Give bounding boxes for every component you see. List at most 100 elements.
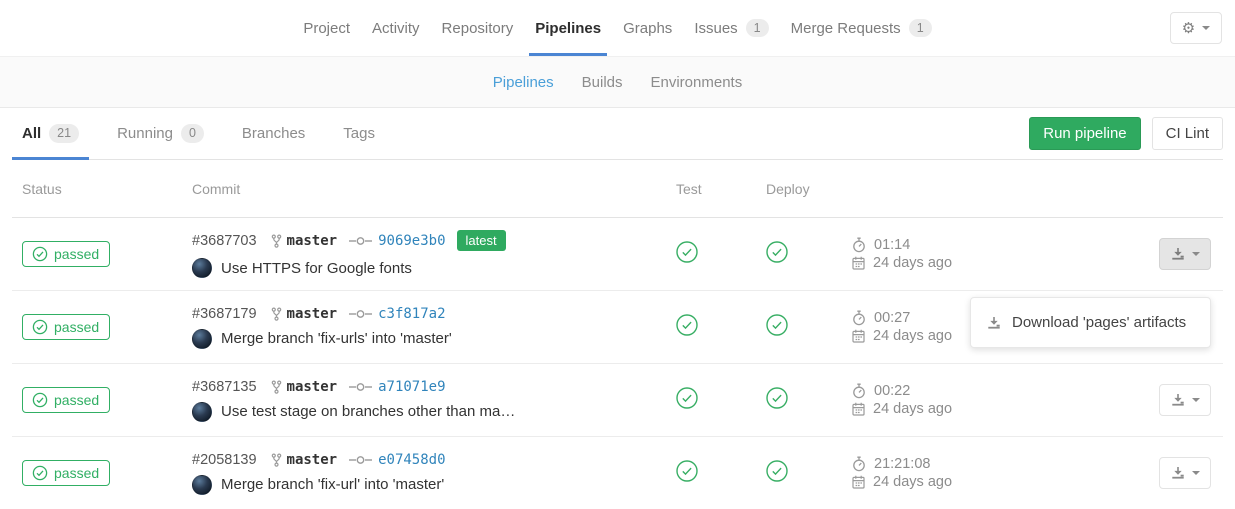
status-badge-passed[interactable]: passed: [22, 241, 110, 267]
commit-message-link[interactable]: Use HTTPS for Google fonts: [221, 260, 412, 277]
pipeline-finished-at: 24 days ago: [873, 328, 952, 344]
pipeline-duration: 00:22: [874, 383, 910, 399]
pipeline-duration: 01:14: [874, 237, 910, 253]
header-deploy: Deploy: [750, 181, 840, 197]
commit-icon: [349, 236, 372, 246]
pipelines-table: Status Commit Test Deploy passed #368770…: [12, 160, 1223, 509]
pipelines-table-header: Status Commit Test Deploy: [12, 160, 1223, 218]
check-circle-icon: [32, 319, 48, 335]
download-icon: [1171, 247, 1185, 261]
avatar[interactable]: [192, 402, 212, 422]
timer-icon: [852, 310, 866, 326]
nav-item-activity[interactable]: Activity: [361, 0, 431, 56]
nav-item-graphs[interactable]: Graphs: [612, 0, 683, 56]
commit-message-link[interactable]: Merge branch 'fix-urls' into 'master': [221, 330, 452, 347]
subnav-item-pipelines[interactable]: Pipelines: [479, 74, 568, 91]
tab-all[interactable]: All 21: [12, 108, 89, 159]
pipeline-id-link[interactable]: #3687179: [192, 306, 257, 322]
pipeline-finished-at: 24 days ago: [873, 255, 952, 271]
artifacts-dropdown-button[interactable]: [1159, 457, 1211, 489]
stage-deploy-passed-icon[interactable]: [766, 241, 788, 263]
avatar[interactable]: [192, 329, 212, 349]
stage-deploy-passed-icon[interactable]: [766, 460, 788, 482]
subnav-item-environments[interactable]: Environments: [637, 74, 757, 91]
nav-item-project[interactable]: Project: [292, 0, 361, 56]
pipeline-finished-at: 24 days ago: [873, 401, 952, 417]
latest-badge: latest: [457, 230, 506, 251]
nav-item-pipelines[interactable]: Pipelines: [524, 0, 612, 56]
all-count-badge: 21: [49, 124, 79, 143]
stage-deploy-passed-icon[interactable]: [766, 314, 788, 336]
commit-icon: [349, 455, 372, 465]
nav-item-merge-requests[interactable]: Merge Requests 1: [780, 0, 943, 56]
branch-name-link[interactable]: master: [287, 379, 338, 395]
header-status: Status: [12, 181, 192, 197]
commit-sha-link[interactable]: e07458d0: [378, 452, 445, 468]
project-settings-dropdown-button[interactable]: ⚙: [1170, 12, 1222, 44]
timer-icon: [852, 237, 866, 253]
commit-message-link[interactable]: Merge branch 'fix-url' into 'master': [221, 476, 444, 493]
project-nav-items: Project Activity Repository Pipelines Gr…: [292, 0, 942, 56]
branch-name-link[interactable]: master: [287, 233, 338, 249]
status-badge-passed[interactable]: passed: [22, 387, 110, 413]
chevron-down-icon: [1192, 398, 1200, 402]
pipelines-subnav: Pipelines Builds Environments: [0, 56, 1235, 108]
header-commit: Commit: [192, 181, 660, 197]
branch-icon: [271, 380, 282, 394]
download-icon: [1171, 393, 1185, 407]
pipeline-row: passed #3687135 master a71071e9 Use test…: [12, 364, 1223, 437]
pipeline-id-link[interactable]: #3687703: [192, 233, 257, 249]
artifacts-dropdown-button[interactable]: [1159, 238, 1211, 270]
pipelines-top-area: All 21 Running 0 Branches Tags Run pipel…: [12, 108, 1223, 160]
running-count-badge: 0: [181, 124, 204, 143]
commit-sha-link[interactable]: 9069e3b0: [378, 233, 445, 249]
stage-test-passed-icon[interactable]: [676, 387, 698, 409]
project-navbar: Project Activity Repository Pipelines Gr…: [0, 0, 1235, 56]
stage-deploy-passed-icon[interactable]: [766, 387, 788, 409]
artifacts-dropdown-menu: Download 'pages' artifacts: [970, 297, 1211, 348]
chevron-down-icon: [1192, 471, 1200, 475]
branch-name-link[interactable]: master: [287, 452, 338, 468]
tab-tags[interactable]: Tags: [333, 108, 385, 159]
commit-message-link[interactable]: Use test stage on branches other than ma…: [221, 403, 515, 420]
avatar[interactable]: [192, 258, 212, 278]
branch-name-link[interactable]: master: [287, 306, 338, 322]
status-badge-passed[interactable]: passed: [22, 314, 110, 340]
commit-sha-link[interactable]: c3f817a2: [378, 306, 445, 322]
pipeline-filter-tabs: All 21 Running 0 Branches Tags: [12, 108, 1029, 159]
ci-lint-button[interactable]: CI Lint: [1152, 117, 1223, 150]
header-test: Test: [660, 181, 750, 197]
pipeline-actions: Run pipeline CI Lint: [1029, 117, 1223, 150]
pipeline-duration: 00:27: [874, 310, 910, 326]
branch-icon: [271, 307, 282, 321]
nav-item-issues[interactable]: Issues 1: [683, 0, 779, 56]
download-pages-artifacts-item[interactable]: Download 'pages' artifacts: [971, 306, 1210, 339]
tab-running[interactable]: Running 0: [107, 108, 214, 159]
stage-test-passed-icon[interactable]: [676, 314, 698, 336]
branch-icon: [271, 234, 282, 248]
avatar[interactable]: [192, 475, 212, 495]
download-icon: [1171, 466, 1185, 480]
branch-icon: [271, 453, 282, 467]
timer-icon: [852, 383, 866, 399]
subnav-item-builds[interactable]: Builds: [568, 74, 637, 91]
commit-sha-link[interactable]: a71071e9: [378, 379, 445, 395]
pipeline-id-link[interactable]: #2058139: [192, 452, 257, 468]
gear-icon: ⚙: [1182, 19, 1195, 37]
nav-item-repository[interactable]: Repository: [431, 0, 525, 56]
timer-icon: [852, 456, 866, 472]
tab-branches[interactable]: Branches: [232, 108, 315, 159]
stage-test-passed-icon[interactable]: [676, 241, 698, 263]
calendar-icon: [852, 402, 865, 416]
calendar-icon: [852, 256, 865, 270]
run-pipeline-button[interactable]: Run pipeline: [1029, 117, 1140, 150]
artifacts-dropdown-button[interactable]: [1159, 384, 1211, 416]
stage-test-passed-icon[interactable]: [676, 460, 698, 482]
chevron-down-icon: [1192, 252, 1200, 256]
issues-count-badge: 1: [746, 19, 769, 38]
status-badge-passed[interactable]: passed: [22, 460, 110, 486]
pipeline-row: passed #2058139 master e07458d0 Merge br…: [12, 437, 1223, 509]
check-circle-icon: [32, 246, 48, 262]
pipeline-finished-at: 24 days ago: [873, 474, 952, 490]
pipeline-id-link[interactable]: #3687135: [192, 379, 257, 395]
